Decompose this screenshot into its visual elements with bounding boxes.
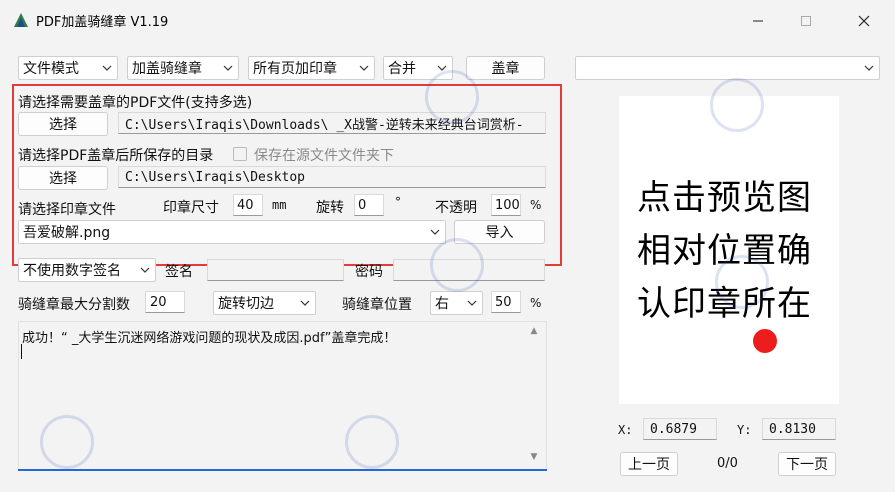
seam-position-select[interactable]: 右 (430, 291, 483, 315)
password-input[interactable] (393, 259, 545, 281)
stamp-type-select-value: 加盖骑缝章 (132, 61, 202, 77)
merge-select[interactable]: 合并 (383, 56, 453, 80)
import-button[interactable]: 导入 (454, 220, 545, 244)
opacity-label: 不透明 (435, 200, 477, 216)
opacity-input[interactable]: 100 (491, 194, 521, 216)
page-select[interactable]: 所有页加印章 (248, 56, 375, 80)
preview-hint-line: 点击预览图 (637, 178, 812, 218)
save-in-source-checkbox[interactable] (233, 147, 247, 161)
log-focus-underline (18, 469, 547, 471)
x-coord-field[interactable]: 0.6879 (643, 418, 717, 440)
stamp-position-marker[interactable] (753, 329, 777, 353)
rotate-unit: ° (395, 195, 401, 209)
stamp-size-input[interactable]: 40 (233, 194, 263, 216)
chevron-down-icon (102, 65, 112, 71)
app-logo-icon (12, 11, 30, 29)
next-page-button[interactable]: 下一页 (778, 452, 836, 476)
stamp-file-select[interactable]: 吾爱破解.png (18, 220, 446, 244)
opacity-unit: % (530, 198, 542, 212)
max-split-label: 骑缝章最大分割数 (18, 297, 130, 313)
mode-select[interactable]: 文件模式 (18, 56, 118, 80)
max-split-input[interactable]: 20 (145, 291, 185, 313)
chevron-down-icon (140, 267, 150, 273)
chevron-down-icon (467, 300, 477, 306)
rotate-input[interactable]: 0 (354, 194, 384, 216)
minimize-button[interactable] (735, 6, 781, 36)
text-caret (21, 344, 22, 359)
log-message: 成功！“ _大学生沉迷网络游戏问题的现状及成因.pdf”盖章完成！ (22, 331, 397, 346)
seam-position-unit: % (530, 296, 542, 310)
pdf-select-button[interactable]: 选择 (18, 112, 108, 136)
scroll-down-arrow-icon[interactable]: ▼ (527, 452, 541, 464)
page-select-value: 所有页加印章 (253, 61, 337, 77)
pdf-path-field[interactable]: C:\Users\Iraqis\Downloads\ _X战警-逆转未来经典台词… (118, 112, 546, 134)
stamp-button[interactable]: 盖章 (466, 56, 545, 80)
chevron-down-icon (437, 65, 447, 71)
preview-file-select[interactable] (575, 56, 880, 80)
rotate-cut-select[interactable]: 旋转切边 (213, 291, 316, 315)
page-indicator: 0/0 (717, 456, 738, 471)
chevron-down-icon (359, 65, 369, 71)
chevron-down-icon (300, 300, 310, 306)
pdf-file-prompt: 请选择需要盖章的PDF文件(支持多选) (18, 95, 253, 111)
window-title: PDF加盖骑缝章 V1.19 (36, 15, 169, 30)
y-coord-label: Y: (737, 423, 752, 437)
chevron-down-icon (223, 65, 233, 71)
stamp-type-select[interactable]: 加盖骑缝章 (127, 56, 239, 80)
sign-input[interactable] (207, 259, 344, 281)
prev-page-button[interactable]: 上一页 (620, 452, 678, 476)
maximize-button[interactable] (783, 6, 829, 36)
output-dir-prompt: 请选择PDF盖章后所保存的目录 (18, 148, 214, 164)
stamp-size-label: 印章尺寸 (163, 200, 219, 216)
x-coord-label: X: (618, 423, 633, 437)
sign-label: 签名 (165, 264, 193, 280)
chevron-down-icon (430, 229, 440, 235)
chevron-down-icon (864, 65, 874, 71)
output-select-button[interactable]: 选择 (18, 166, 108, 190)
seam-position-label: 骑缝章位置 (342, 297, 412, 313)
preview-hint-line: 认印章所在 (637, 284, 812, 324)
mode-select-value: 文件模式 (23, 61, 79, 77)
seam-position-input[interactable]: 50 (491, 291, 521, 313)
preview-hint: 点击预览图 相对位置确 认印章所在 (637, 172, 827, 331)
merge-select-value: 合并 (388, 61, 416, 77)
stamp-size-unit: mm (272, 198, 287, 212)
digital-signature-select-value: 不使用数字签名 (23, 263, 121, 279)
rotate-cut-select-value: 旋转切边 (218, 296, 274, 312)
scroll-up-arrow-icon[interactable]: ▲ (527, 326, 541, 338)
preview-hint-line: 相对位置确 (637, 231, 812, 271)
y-coord-field[interactable]: 0.8130 (762, 418, 836, 440)
close-button[interactable] (841, 6, 887, 36)
save-in-source-label: 保存在源文件文件夹下 (254, 148, 394, 164)
stamp-file-select-value: 吾爱破解.png (23, 225, 111, 241)
rotate-label: 旋转 (316, 200, 344, 216)
digital-signature-select[interactable]: 不使用数字签名 (18, 258, 156, 282)
seam-position-select-value: 右 (435, 296, 449, 312)
output-path-field[interactable]: C:\Users\Iraqis\Desktop (118, 166, 546, 188)
password-label: 密码 (355, 264, 383, 280)
stamp-file-prompt: 请选择印章文件 (18, 202, 116, 218)
